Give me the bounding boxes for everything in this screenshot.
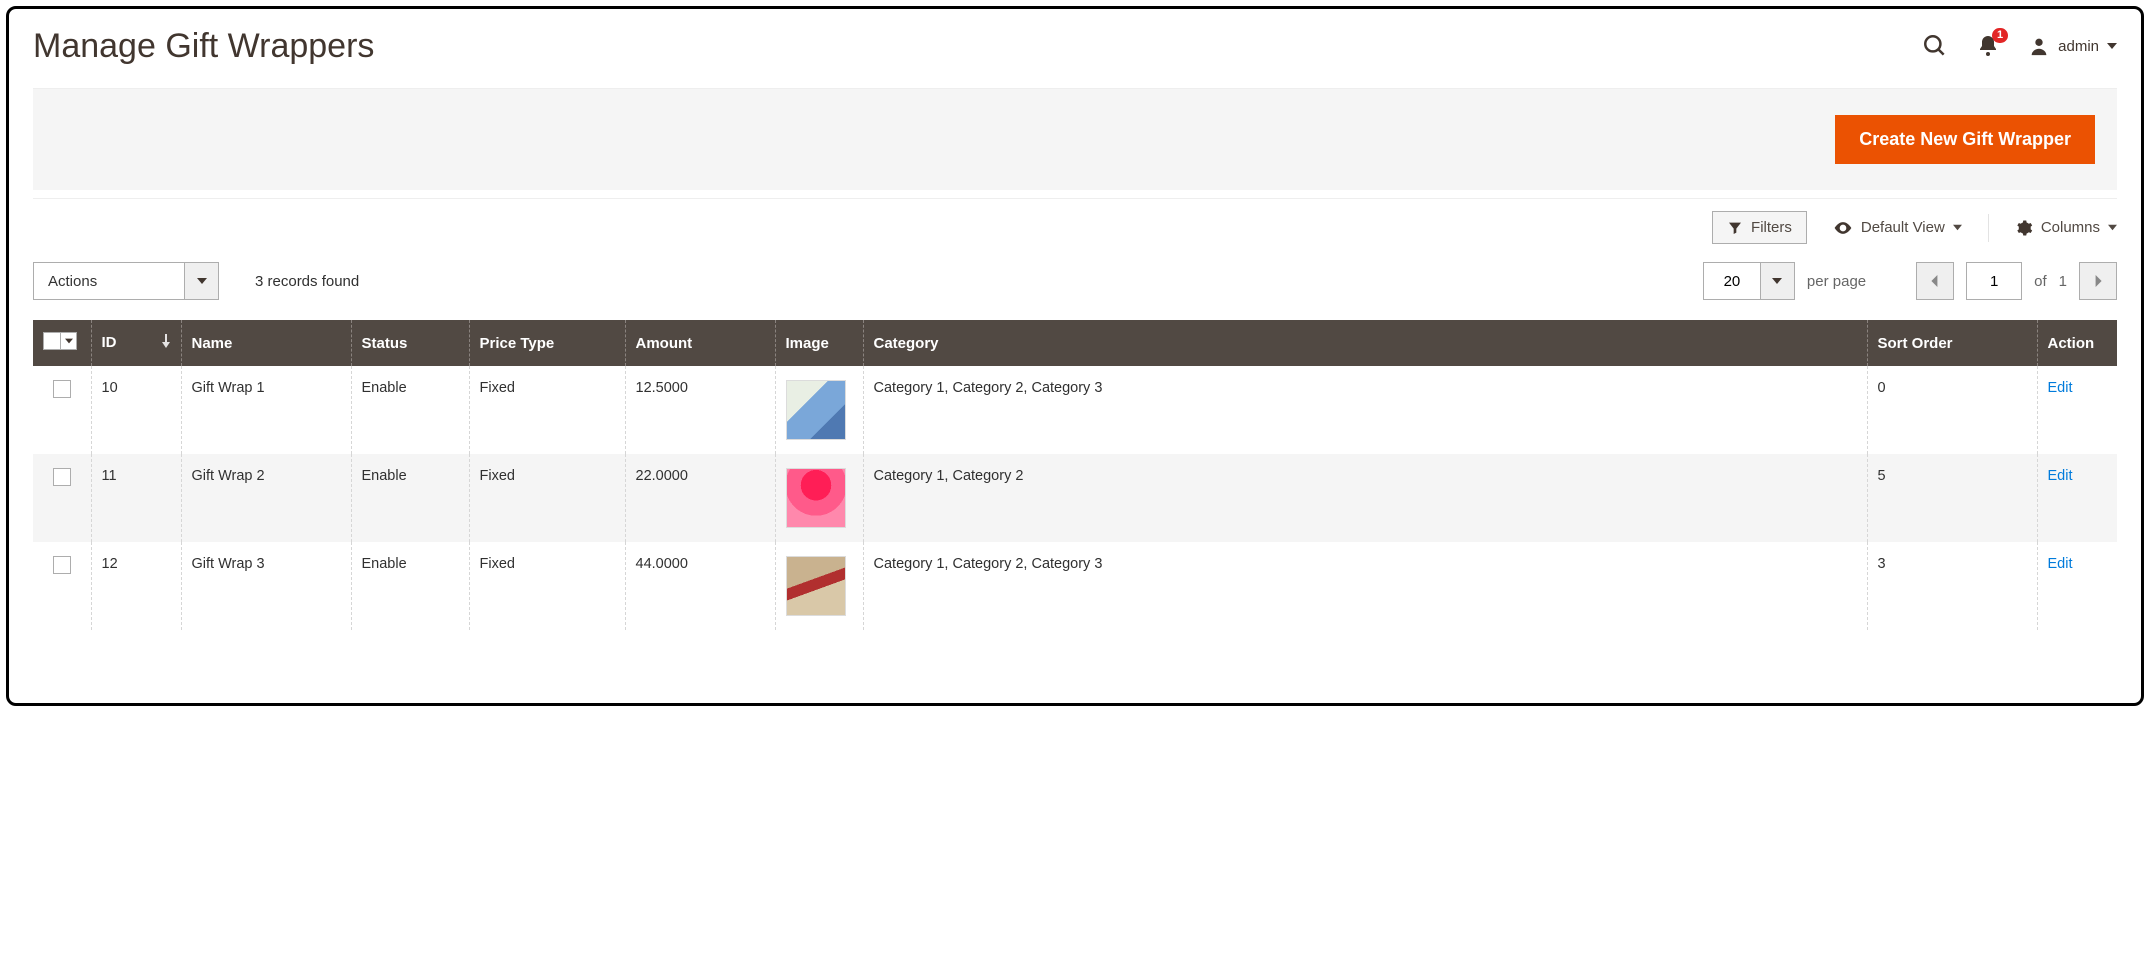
mass-actions-dropdown[interactable]: Actions (33, 262, 219, 300)
cell-name: Gift Wrap 2 (181, 454, 351, 542)
cell-image (775, 454, 863, 542)
caret-down-icon (2107, 41, 2117, 51)
caret-down-icon (65, 337, 73, 345)
edit-link[interactable]: Edit (2048, 556, 2073, 572)
table-row[interactable]: 11Gift Wrap 2EnableFixed22.0000 Category … (33, 454, 2117, 542)
select-all-toggle[interactable] (61, 332, 77, 350)
col-header-image[interactable]: Image (775, 320, 863, 366)
grid-controls: Actions 3 records found per page of 1 (33, 258, 2117, 320)
cell-status: Enable (351, 542, 469, 630)
per-page-label: per page (1807, 273, 1866, 290)
default-view-label: Default View (1861, 219, 1945, 236)
gear-icon (2015, 219, 2033, 237)
per-page-select[interactable] (1703, 262, 1795, 300)
col-header-id-label: ID (102, 334, 117, 351)
total-pages: 1 (2059, 273, 2067, 290)
cell-status: Enable (351, 454, 469, 542)
col-header-status[interactable]: Status (351, 320, 469, 366)
col-header-sort-order[interactable]: Sort Order (1867, 320, 2037, 366)
cell-sort-order: 5 (1867, 454, 2037, 542)
cell-category: Category 1, Category 2, Category 3 (863, 366, 1867, 454)
product-thumbnail[interactable] (786, 468, 846, 528)
row-checkbox[interactable] (53, 556, 71, 574)
divider (1988, 214, 1989, 242)
col-header-name[interactable]: Name (181, 320, 351, 366)
row-checkbox[interactable] (53, 380, 71, 398)
default-view-button[interactable]: Default View (1833, 218, 1962, 238)
cell-category: Category 1, Category 2, Category 3 (863, 542, 1867, 630)
cell-amount: 22.0000 (625, 454, 775, 542)
create-new-gift-wrapper-button[interactable]: Create New Gift Wrapper (1835, 115, 2095, 164)
eye-icon (1833, 218, 1853, 238)
per-page-input[interactable] (1704, 263, 1760, 299)
columns-label: Columns (2041, 219, 2100, 236)
edit-link[interactable]: Edit (2048, 380, 2073, 396)
cell-sort-order: 3 (1867, 542, 2037, 630)
chevron-left-icon (1929, 275, 1941, 287)
chevron-right-icon (2092, 275, 2104, 287)
col-header-amount[interactable]: Amount (625, 320, 775, 366)
per-page-toggle[interactable] (1760, 263, 1794, 299)
user-label: admin (2058, 38, 2099, 55)
filters-button[interactable]: Filters (1712, 211, 1807, 244)
notification-badge: 1 (1992, 28, 2008, 43)
prev-page-button[interactable] (1916, 262, 1954, 300)
table-row[interactable]: 12Gift Wrap 3EnableFixed44.0000 Category … (33, 542, 2117, 630)
of-label: of (2034, 273, 2047, 290)
cell-image (775, 366, 863, 454)
cell-price-type: Fixed (469, 542, 625, 630)
caret-down-icon (1953, 223, 1962, 232)
col-header-price-type[interactable]: Price Type (469, 320, 625, 366)
mass-actions-label: Actions (34, 263, 184, 299)
col-header-id[interactable]: ID (91, 320, 181, 366)
filters-label: Filters (1751, 219, 1792, 236)
row-checkbox[interactable] (53, 468, 71, 486)
cell-sort-order: 0 (1867, 366, 2037, 454)
caret-down-icon (1772, 276, 1782, 286)
columns-button[interactable]: Columns (2015, 219, 2117, 237)
cell-amount: 12.5000 (625, 366, 775, 454)
filter-icon (1727, 220, 1743, 236)
page-title: Manage Gift Wrappers (33, 27, 374, 66)
select-all-checkbox[interactable] (43, 332, 61, 350)
cell-name: Gift Wrap 1 (181, 366, 351, 454)
cell-name: Gift Wrap 3 (181, 542, 351, 630)
caret-down-icon (2108, 223, 2117, 232)
cell-price-type: Fixed (469, 366, 625, 454)
next-page-button[interactable] (2079, 262, 2117, 300)
user-icon (2028, 35, 2050, 57)
cell-status: Enable (351, 366, 469, 454)
notifications-icon[interactable]: 1 (1976, 34, 2000, 58)
col-header-select[interactable] (33, 320, 91, 366)
cell-id: 12 (91, 542, 181, 630)
current-page-input[interactable] (1966, 262, 2022, 300)
user-menu[interactable]: admin (2028, 35, 2117, 57)
caret-down-icon (197, 276, 207, 286)
cell-id: 11 (91, 454, 181, 542)
col-header-action[interactable]: Action (2037, 320, 2117, 366)
product-thumbnail[interactable] (786, 556, 846, 616)
search-icon[interactable] (1922, 33, 1948, 59)
sort-descending-icon (161, 334, 171, 352)
cell-category: Category 1, Category 2 (863, 454, 1867, 542)
cell-image (775, 542, 863, 630)
gift-wrappers-table: ID Name Status Price Type Amount Image C… (33, 320, 2117, 630)
action-bar: Create New Gift Wrapper (33, 88, 2117, 190)
cell-price-type: Fixed (469, 454, 625, 542)
table-row[interactable]: 10Gift Wrap 1EnableFixed12.5000 Category … (33, 366, 2117, 454)
header-tools: 1 admin (1922, 27, 2117, 59)
product-thumbnail[interactable] (786, 380, 846, 440)
records-found: 3 records found (255, 273, 359, 290)
mass-actions-toggle[interactable] (184, 263, 218, 299)
grid-toolbar: Filters Default View Columns (33, 198, 2117, 258)
edit-link[interactable]: Edit (2048, 468, 2073, 484)
cell-amount: 44.0000 (625, 542, 775, 630)
cell-id: 10 (91, 366, 181, 454)
col-header-category[interactable]: Category (863, 320, 1867, 366)
